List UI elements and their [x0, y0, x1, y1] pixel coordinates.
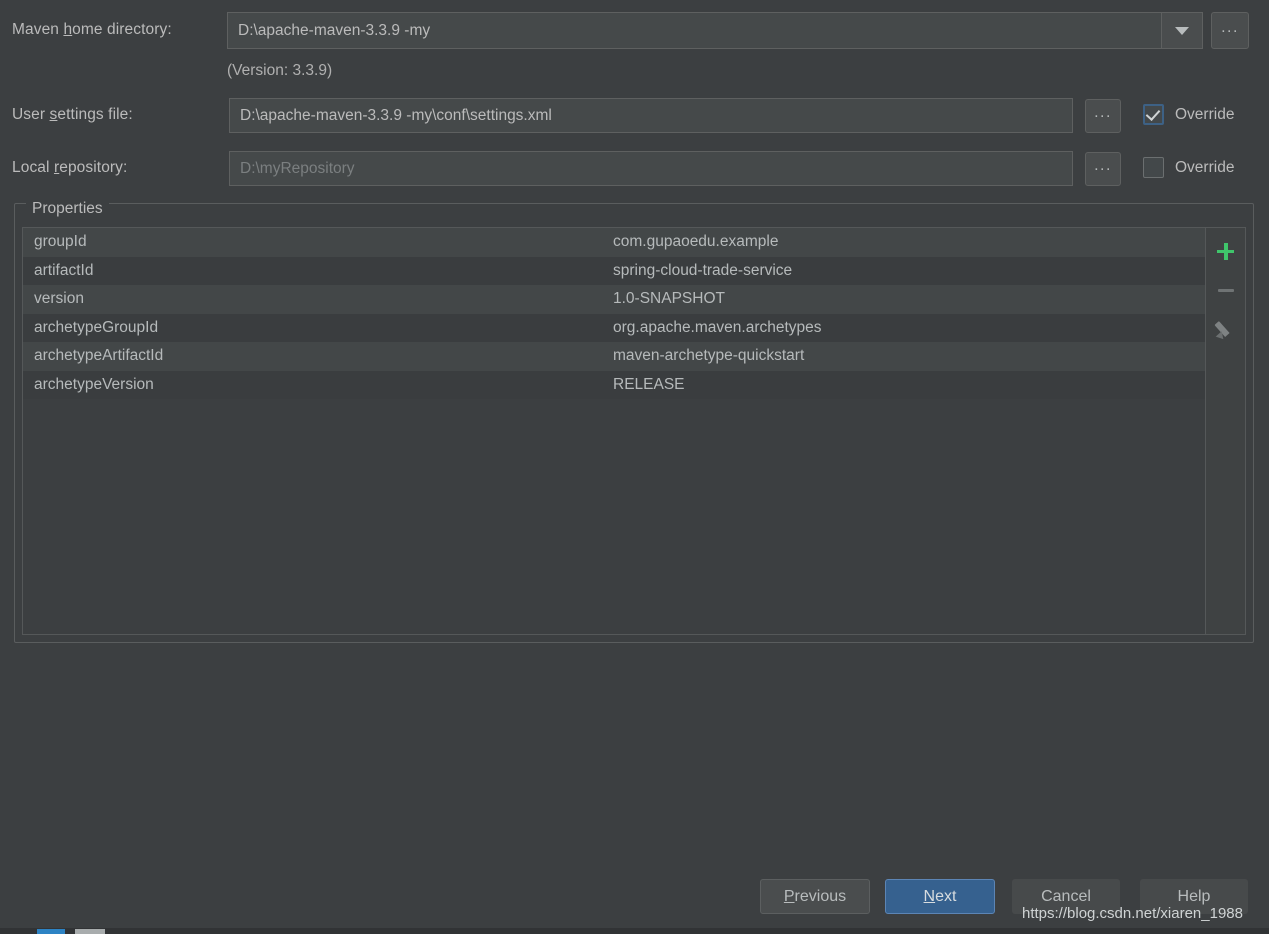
user-settings-override-row[interactable]: Override: [1143, 104, 1234, 125]
add-property-button[interactable]: [1212, 237, 1240, 265]
next-button[interactable]: Next: [885, 879, 995, 914]
label-text-after: epository:: [59, 159, 128, 176]
label-mnemonic: h: [63, 21, 73, 38]
label-text-after: ettings file:: [57, 106, 133, 123]
maven-home-browse-button[interactable]: ...: [1211, 12, 1249, 49]
property-key: groupId: [34, 233, 87, 251]
label-text-before: Maven: [12, 21, 64, 38]
local-repository-override-label: Override: [1175, 158, 1235, 176]
table-row[interactable]: artifactId spring-cloud-trade-service: [23, 256, 1205, 285]
user-settings-override-label: Override: [1175, 105, 1235, 123]
maven-home-directory-label: Maven home directory:: [12, 21, 172, 39]
property-key: archetypeVersion: [34, 375, 154, 393]
property-value: 1.0-SNAPSHOT: [613, 290, 725, 308]
table-row[interactable]: archetypeArtifactId maven-archetype-quick…: [23, 342, 1205, 371]
previous-button[interactable]: Previous: [760, 879, 870, 914]
local-repository-input[interactable]: D:\myRepository: [229, 151, 1073, 186]
property-value: RELEASE: [613, 375, 685, 393]
local-repository-override-row[interactable]: Override: [1143, 157, 1234, 178]
property-value: maven-archetype-quickstart: [613, 347, 805, 365]
local-repository-override-checkbox[interactable]: [1143, 157, 1164, 178]
previous-text-after: revious: [794, 887, 847, 905]
taskbar-indicator-active: [37, 929, 65, 934]
label-text-before: User: [12, 106, 50, 123]
plus-icon: [1217, 242, 1234, 260]
property-value: spring-cloud-trade-service: [613, 261, 793, 279]
next-text-after: ext: [935, 887, 957, 905]
properties-group-title: Properties: [26, 200, 109, 218]
taskbar-indicator-inactive: [75, 929, 105, 934]
local-repository-label: Local repository:: [12, 159, 127, 177]
table-row[interactable]: groupId com.gupaoedu.example: [23, 228, 1205, 257]
property-key: archetypeArtifactId: [34, 347, 164, 365]
properties-table[interactable]: groupId com.gupaoedu.example artifactId spr…: [23, 228, 1205, 634]
minus-icon: [1217, 288, 1234, 292]
bottom-strip: [0, 928, 1269, 934]
properties-table-frame: groupId com.gupaoedu.example artifactId spr…: [22, 227, 1246, 635]
table-row[interactable]: version 1.0-SNAPSHOT: [23, 285, 1205, 314]
property-key: artifactId: [34, 261, 94, 279]
user-settings-file-input[interactable]: D:\apache-maven-3.3.9 -my\conf\settings.…: [229, 98, 1073, 133]
user-settings-browse-button[interactable]: ...: [1085, 99, 1121, 133]
remove-property-button[interactable]: [1212, 276, 1240, 304]
table-row[interactable]: archetypeGroupId org.apache.maven.archety…: [23, 313, 1205, 342]
label-text-after: ome directory:: [72, 21, 172, 38]
local-repository-browse-button[interactable]: ...: [1085, 152, 1121, 186]
property-key: version: [34, 290, 84, 308]
label-text-before: Local: [12, 159, 54, 176]
maven-settings-dialog: Maven home directory: D:\apache-maven-3.…: [0, 0, 1269, 934]
property-value: com.gupaoedu.example: [613, 233, 779, 251]
pencil-icon: [1213, 320, 1235, 342]
previous-mnemonic: P: [783, 887, 795, 905]
user-settings-file-label: User settings file:: [12, 106, 133, 124]
edit-property-button[interactable]: [1212, 315, 1240, 343]
chevron-down-icon[interactable]: [1161, 13, 1202, 48]
property-value: org.apache.maven.archetypes: [613, 318, 822, 336]
user-settings-override-checkbox[interactable]: [1143, 104, 1164, 125]
properties-table-toolbar: [1205, 228, 1245, 634]
maven-home-directory-input[interactable]: D:\apache-maven-3.3.9 -my: [228, 13, 1161, 48]
table-row[interactable]: archetypeVersion RELEASE: [23, 370, 1205, 399]
property-key: archetypeGroupId: [34, 318, 159, 336]
maven-version-note: (Version: 3.3.9): [227, 62, 333, 79]
maven-home-directory-combobox[interactable]: D:\apache-maven-3.3.9 -my: [227, 12, 1203, 49]
next-mnemonic: N: [923, 887, 936, 905]
watermark-url: https://blog.csdn.net/xiaren_1988: [1022, 905, 1243, 922]
